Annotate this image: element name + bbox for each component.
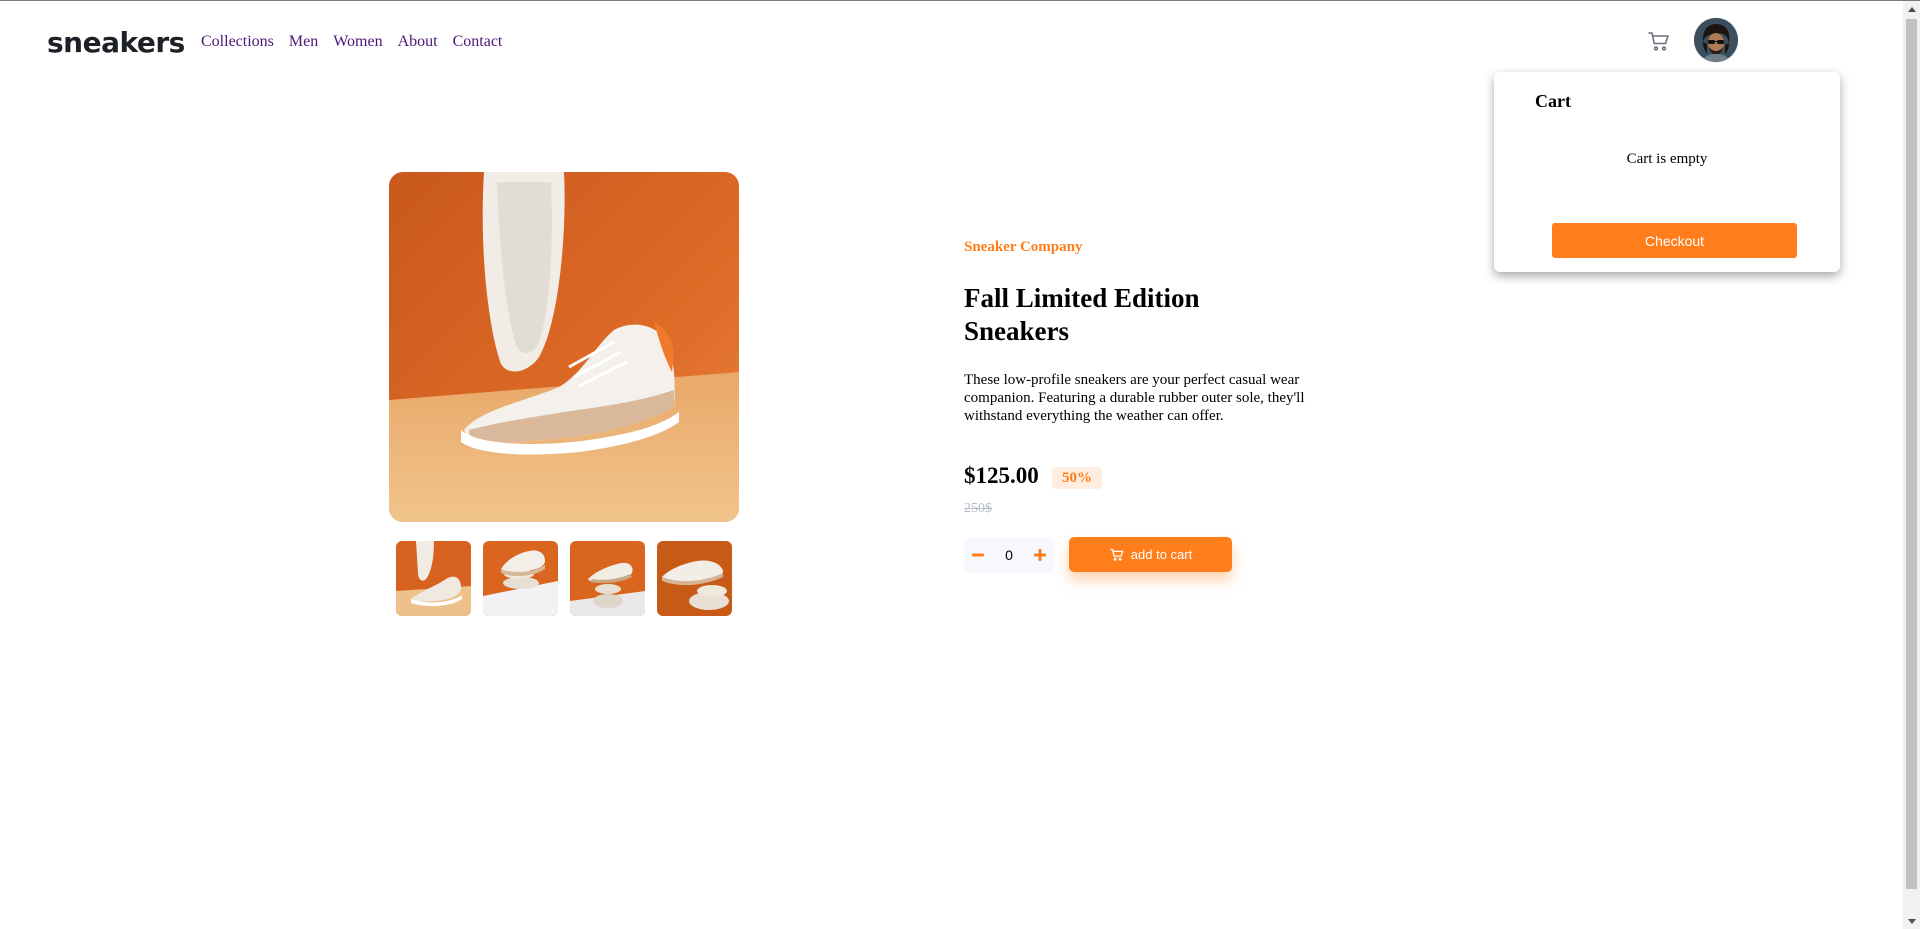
- checkout-button[interactable]: Checkout: [1552, 223, 1797, 258]
- add-to-cart-label: add to cart: [1130, 547, 1193, 562]
- product-title: Fall Limited Edition Sneakers: [964, 283, 1200, 346]
- nav-collections[interactable]: Collections: [201, 32, 274, 52]
- thumbnail-strip: [396, 541, 732, 616]
- minus-icon[interactable]: [964, 537, 992, 573]
- cart-icon: [1109, 547, 1125, 562]
- main-nav: Collections Men Women About Contact: [201, 32, 502, 52]
- thumbnail-4[interactable]: [657, 541, 732, 616]
- nav-men[interactable]: Men: [289, 32, 318, 52]
- scrollbar-thumb[interactable]: [1906, 19, 1917, 889]
- nav-contact[interactable]: Contact: [453, 32, 503, 52]
- cart-dropdown: Cart Cart is empty Checkout: [1494, 72, 1840, 272]
- nav-about[interactable]: About: [398, 32, 438, 52]
- company-label: Sneaker Company: [964, 239, 1083, 255]
- logo[interactable]: sneakers: [47, 25, 185, 61]
- current-price: $125.00: [964, 463, 1039, 488]
- quantity-stepper: 0: [964, 537, 1054, 573]
- plus-icon[interactable]: [1026, 537, 1054, 573]
- quantity-value: 0: [1005, 547, 1013, 563]
- vertical-scrollbar[interactable]: [1903, 1, 1920, 929]
- original-price: 250$: [964, 501, 992, 516]
- add-to-cart-button[interactable]: add to cart: [1069, 537, 1232, 572]
- product-description: These low-profile sneakers are your perf…: [964, 372, 1305, 424]
- scroll-down-arrow-icon[interactable]: [1903, 913, 1920, 929]
- cart-title: Cart: [1535, 91, 1571, 111]
- thumbnail-2[interactable]: [483, 541, 558, 616]
- nav-women[interactable]: Women: [333, 32, 382, 52]
- product-main-image[interactable]: [389, 172, 739, 522]
- user-avatar[interactable]: [1694, 18, 1738, 62]
- thumbnail-1[interactable]: [396, 541, 471, 616]
- discount-badge: 50%: [1052, 467, 1102, 489]
- scroll-up-arrow-icon[interactable]: [1903, 1, 1920, 18]
- thumbnail-3[interactable]: [570, 541, 645, 616]
- cart-empty-message: Cart is empty: [1626, 151, 1708, 167]
- cart-icon[interactable]: [1647, 29, 1671, 53]
